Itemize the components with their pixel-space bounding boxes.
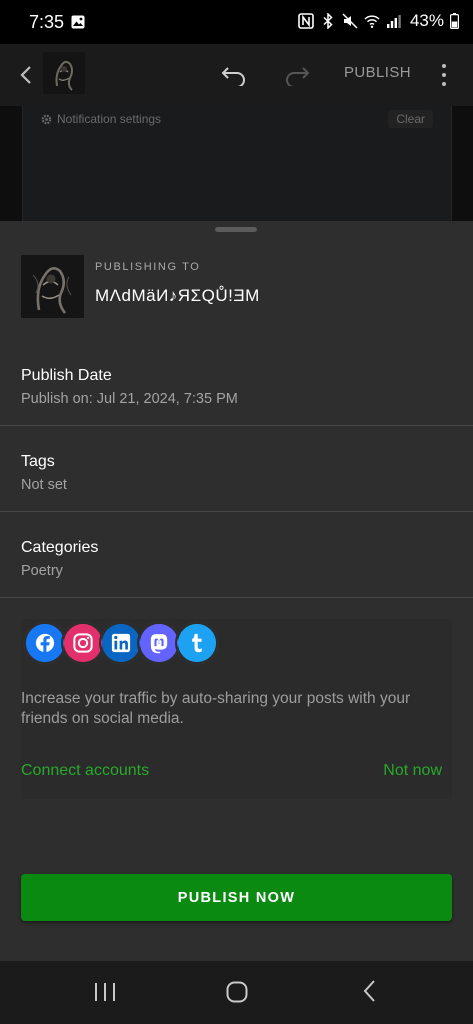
- tags-value: Not set: [21, 477, 67, 493]
- editor-content-preview: Notification settings Clear: [22, 106, 452, 221]
- tumblr-icon: [175, 621, 219, 665]
- gear-icon: [41, 114, 52, 125]
- redo-icon[interactable]: [283, 64, 311, 86]
- social-network-icons: [23, 621, 223, 665]
- more-options-icon[interactable]: [438, 61, 450, 89]
- divider: [0, 511, 473, 512]
- notification-settings-link: Notification settings: [57, 112, 162, 126]
- publish-date-label: Publish Date: [21, 367, 112, 384]
- editor-background: Notification settings Clear: [0, 106, 473, 221]
- tags-label: Tags: [21, 453, 55, 470]
- drag-handle[interactable]: [215, 227, 257, 232]
- publish-button[interactable]: PUBLISH: [344, 64, 411, 81]
- categories-value: Poetry: [21, 563, 63, 579]
- social-sharing-card: Increase your traffic by auto-sharing yo…: [21, 619, 452, 799]
- publish-date-row[interactable]: Publish Date Publish on: Jul 21, 2024, 7…: [0, 348, 473, 434]
- publish-date-value: Publish on: Jul 21, 2024, 7:35 PM: [21, 391, 238, 407]
- divider: [0, 597, 473, 598]
- status-bar: 7:35 43%: [0, 0, 473, 44]
- image-icon: [71, 15, 85, 29]
- battery-icon: [450, 13, 459, 29]
- site-name: MΛdMäИ♪ЯΣQŮ!ƎM: [95, 286, 260, 305]
- clear-button: Clear: [388, 110, 433, 128]
- not-now-link[interactable]: Not now: [383, 762, 442, 780]
- system-navigation-bar: [0, 961, 473, 1024]
- site-icon: [21, 255, 84, 318]
- nav-back-icon[interactable]: [362, 979, 376, 1003]
- status-icons: 43%: [298, 11, 459, 31]
- signal-icon: [386, 15, 401, 28]
- tags-row[interactable]: Tags Not set: [0, 434, 473, 520]
- wifi-icon: [364, 15, 380, 28]
- site-icon-small: [43, 52, 85, 94]
- publish-sheet: PUBLISHING TO MΛdMäИ♪ЯΣQŮ!ƎM Publish Dat…: [0, 221, 473, 961]
- publish-now-button[interactable]: PUBLISH NOW: [21, 874, 452, 921]
- bluetooth-icon: [323, 13, 333, 29]
- nfc-icon: [298, 13, 314, 29]
- categories-row[interactable]: Categories Poetry: [0, 520, 473, 606]
- recent-apps-icon[interactable]: [93, 981, 117, 1003]
- home-icon[interactable]: [226, 981, 248, 1003]
- publishing-to-label: PUBLISHING TO: [95, 261, 201, 273]
- categories-label: Categories: [21, 539, 99, 556]
- status-time: 7:35: [29, 12, 65, 32]
- social-sharing-description: Increase your traffic by auto-sharing yo…: [21, 690, 411, 727]
- battery-percent: 43%: [409, 11, 444, 30]
- undo-icon[interactable]: [220, 64, 248, 86]
- mute-icon: [342, 13, 358, 29]
- connect-accounts-link[interactable]: Connect accounts: [21, 762, 149, 780]
- divider: [0, 425, 473, 426]
- back-arrow-icon[interactable]: [16, 63, 36, 87]
